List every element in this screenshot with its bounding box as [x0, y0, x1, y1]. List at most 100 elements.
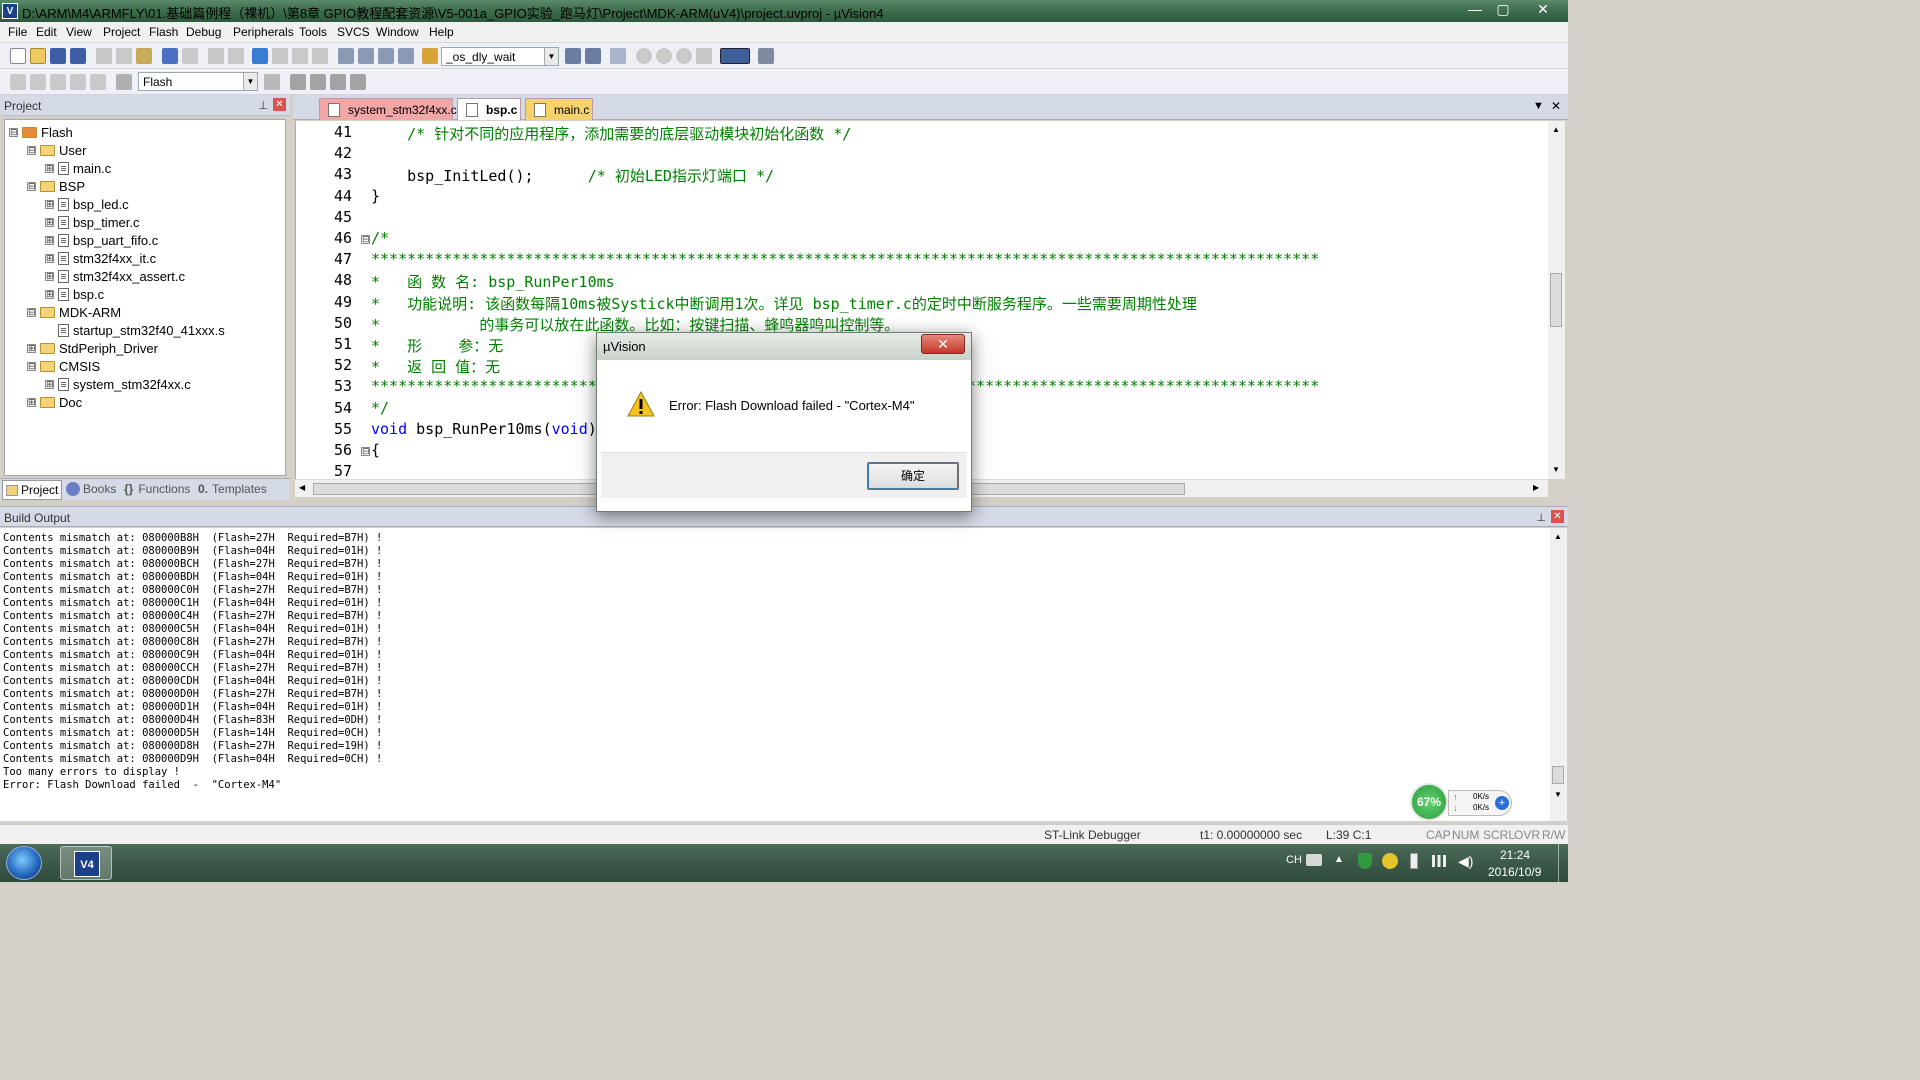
rebuild-icon[interactable]: [50, 74, 66, 90]
tab-functions[interactable]: {} Functions: [124, 482, 190, 496]
volume-icon[interactable]: ◀): [1458, 853, 1473, 870]
stop-build-icon[interactable]: [90, 74, 106, 90]
chevron-down-icon[interactable]: ▼: [243, 73, 257, 90]
maximize-button[interactable]: ▢: [1488, 0, 1518, 20]
tree-item[interactable]: ⊟ BSP: [27, 177, 85, 195]
bookmark-icon[interactable]: [252, 48, 268, 64]
network-speed-widget[interactable]: 67% ↑ ↓ 0K/s 0K/s +: [1410, 783, 1514, 821]
scroll-up-icon[interactable]: ▲: [1554, 532, 1562, 541]
collapse-icon[interactable]: ⊟: [27, 145, 36, 155]
window-layout-icon[interactable]: [720, 48, 750, 64]
tree-item[interactable]: ⊞ StdPeriph_Driver: [27, 339, 158, 357]
cut-icon[interactable]: [96, 48, 112, 64]
nav-back-icon[interactable]: [208, 48, 224, 64]
build-icon[interactable]: [30, 74, 46, 90]
keyboard-icon[interactable]: [1306, 854, 1322, 866]
save-icon[interactable]: [50, 48, 66, 64]
expand-icon[interactable]: ⊞: [27, 343, 36, 353]
close-icon[interactable]: ✕: [273, 98, 286, 111]
tab-templates[interactable]: 0. Templates: [198, 482, 267, 496]
open-folder-icon[interactable]: [30, 48, 46, 64]
scroll-thumb[interactable]: [1552, 766, 1564, 784]
copy-icon[interactable]: [116, 48, 132, 64]
scroll-down-icon[interactable]: ▼: [1552, 465, 1560, 474]
pin-icon[interactable]: ⊥: [258, 99, 268, 112]
expand-icon[interactable]: ⊞: [45, 217, 54, 227]
uncomment-icon[interactable]: [398, 48, 414, 64]
tab-list-icon[interactable]: ▼: [1533, 100, 1544, 112]
build-vertical-scrollbar[interactable]: ▲ ▼: [1550, 528, 1567, 821]
tab-main-c[interactable]: main.c: [525, 98, 593, 120]
tree-item[interactable]: ⊞ bsp.c: [45, 285, 104, 303]
clock-time[interactable]: 21:24: [1500, 848, 1530, 862]
taskbar-app-uvision[interactable]: V4: [60, 846, 112, 880]
menu-window[interactable]: Window: [376, 25, 419, 39]
shield-icon[interactable]: [1358, 853, 1372, 869]
scroll-left-icon[interactable]: ◀: [299, 483, 305, 492]
find-combo[interactable]: _os_dly_wait ▼: [441, 47, 559, 66]
dialog-close-button[interactable]: ✕: [921, 334, 965, 354]
find-in-files-icon[interactable]: [422, 48, 438, 64]
security-tray-icon[interactable]: [1382, 853, 1398, 869]
unindent-icon[interactable]: [358, 48, 374, 64]
tree-item[interactable]: ⊞ Doc: [27, 393, 82, 411]
tree-item[interactable]: ⊟ MDK-ARM: [27, 303, 121, 321]
tree-item[interactable]: ⊞ bsp_led.c: [45, 195, 129, 213]
tab-project[interactable]: Project: [2, 480, 63, 500]
target-combo[interactable]: Flash ▼: [138, 72, 258, 91]
menu-view[interactable]: View: [66, 25, 92, 39]
undo-icon[interactable]: [162, 48, 178, 64]
plus-icon[interactable]: +: [1495, 796, 1509, 810]
debug-start-icon[interactable]: [636, 48, 652, 64]
redo-icon[interactable]: [182, 48, 198, 64]
new-file-icon[interactable]: [10, 48, 26, 64]
bookmark-prev-icon[interactable]: [272, 48, 288, 64]
save-all-icon[interactable]: [70, 48, 86, 64]
start-button[interactable]: [6, 846, 42, 880]
fold-icon[interactable]: ⊟: [361, 447, 370, 456]
tree-item[interactable]: ⊞ system_stm32f4xx.c: [45, 375, 191, 393]
find-icon[interactable]: [565, 48, 581, 64]
download-icon[interactable]: [116, 74, 132, 90]
translate-icon[interactable]: [10, 74, 26, 90]
collapse-icon[interactable]: ⊟: [27, 307, 36, 317]
ok-button[interactable]: 确定: [867, 462, 959, 490]
breakpoint-disable-icon[interactable]: [676, 48, 692, 64]
breakpoint-icon[interactable]: [656, 48, 672, 64]
device-icon[interactable]: [1410, 853, 1418, 869]
expand-icon[interactable]: ⊞: [45, 199, 54, 209]
menu-project[interactable]: Project: [103, 25, 140, 39]
select-packs-icon[interactable]: [330, 74, 346, 90]
expand-icon[interactable]: ⊞: [45, 235, 54, 245]
tree-item[interactable]: ⊟ User: [27, 141, 86, 159]
nav-forward-icon[interactable]: [228, 48, 244, 64]
menu-svcs[interactable]: SVCS: [337, 25, 370, 39]
menu-help[interactable]: Help: [429, 25, 454, 39]
expand-icon[interactable]: ⊞: [45, 271, 54, 281]
scroll-up-icon[interactable]: ▲: [1552, 125, 1560, 134]
collapse-icon[interactable]: ⊟: [27, 361, 36, 371]
menu-peripherals[interactable]: Peripherals: [233, 25, 294, 39]
expand-icon[interactable]: ⊞: [45, 253, 54, 263]
scroll-right-icon[interactable]: ▶: [1533, 483, 1539, 492]
bookmark-clear-icon[interactable]: [312, 48, 328, 64]
editor-vertical-scrollbar[interactable]: ▲ ▼: [1548, 121, 1565, 479]
tab-system-stm32f4xx[interactable]: system_stm32f4xx.c: [319, 98, 457, 120]
run-time-env-icon[interactable]: [350, 74, 366, 90]
fold-icon[interactable]: ⊟: [361, 235, 370, 244]
bookmark-next-icon[interactable]: [292, 48, 308, 64]
chevron-down-icon[interactable]: ▼: [544, 48, 558, 65]
tree-item[interactable]: ⊟ Flash: [9, 123, 73, 141]
expand-icon[interactable]: ⊞: [45, 163, 54, 173]
show-hidden-icons-icon[interactable]: ▲: [1334, 854, 1344, 865]
show-desktop-button[interactable]: [1558, 844, 1568, 882]
tree-item[interactable]: ⊞ bsp_timer.c: [45, 213, 139, 231]
tree-item[interactable]: ⊟ CMSIS: [27, 357, 100, 375]
indent-icon[interactable]: [338, 48, 354, 64]
tree-item[interactable]: ⊞ stm32f4xx_assert.c: [45, 267, 185, 285]
menu-edit[interactable]: Edit: [36, 25, 57, 39]
close-button[interactable]: ✕: [1528, 0, 1558, 20]
tab-bsp-c[interactable]: bsp.c: [457, 98, 521, 120]
file-extensions-icon[interactable]: [310, 74, 326, 90]
breakpoint-kill-icon[interactable]: [696, 48, 712, 64]
